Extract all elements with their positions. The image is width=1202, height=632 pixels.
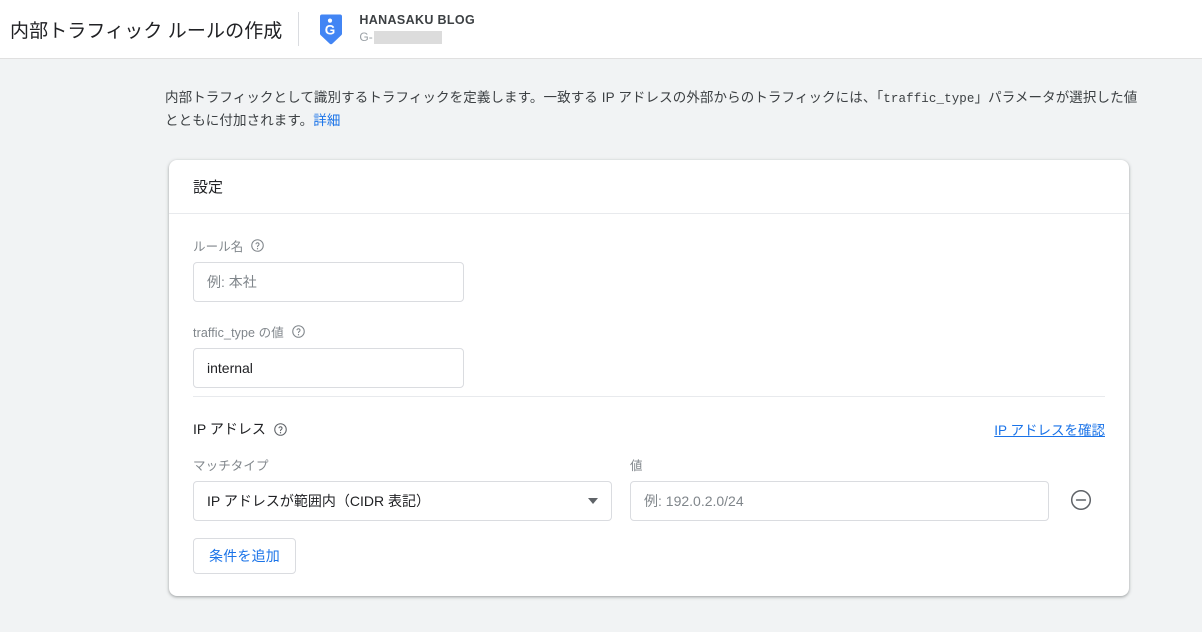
help-outline-icon[interactable]: [250, 238, 265, 253]
page-description: 内部トラフィックとして識別するトラフィックを定義します。一致する IP アドレス…: [165, 87, 1140, 131]
match-type-column: マッチタイプ IP アドレスが範囲内（CIDR 表記）: [193, 455, 613, 521]
help-outline-icon[interactable]: [291, 324, 306, 339]
rule-name-input[interactable]: [193, 262, 464, 302]
learn-more-link[interactable]: 詳細: [313, 113, 340, 128]
description-code-traffic-type: traffic_type: [883, 92, 975, 106]
page-content: 内部トラフィックとして識別するトラフィックを定義します。一致する IP アドレス…: [0, 59, 1202, 596]
property-info: HANASAKU BLOG G-: [359, 13, 476, 45]
ip-address-section: IP アドレス IP アドレスを確認 マッチタイプ IP アドレスが範囲内（CI…: [169, 397, 1129, 596]
property-id: G-: [359, 29, 475, 45]
description-text-part1: 内部トラフィックとして識別するトラフィックを定義します。一致する IP アドレス…: [165, 90, 884, 105]
card-header: 設定: [169, 160, 1129, 214]
ip-address-title-row: IP アドレス: [193, 419, 288, 439]
value-column: 値: [630, 455, 1050, 521]
card-body: ルール名 traffic_type の値: [169, 214, 1129, 397]
property-name: HANASAKU BLOG: [359, 13, 476, 28]
caret-down-icon: [588, 498, 598, 504]
card-header-title: 設定: [193, 179, 224, 196]
header-divider: [298, 12, 300, 46]
property-id-prefix: G-: [359, 29, 373, 44]
check-ip-address-link[interactable]: IP アドレスを確認: [994, 419, 1105, 439]
match-type-label: マッチタイプ: [193, 459, 269, 473]
rule-name-label: ルール名: [193, 240, 244, 254]
google-analytics-tag-icon: G: [317, 12, 345, 46]
value-label: 値: [630, 459, 643, 473]
match-type-selected-value: IP アドレスが範囲内（CIDR 表記）: [207, 493, 430, 509]
remove-condition-button[interactable]: [1069, 489, 1093, 513]
ip-header-row: IP アドレス IP アドレスを確認: [193, 419, 1105, 439]
rule-name-label-row: ルール名: [193, 236, 1105, 255]
svg-text:G: G: [325, 23, 336, 38]
ip-address-title: IP アドレス: [193, 421, 266, 437]
page-title: 内部トラフィック ルールの作成: [10, 20, 283, 42]
help-outline-icon[interactable]: [273, 422, 288, 437]
app-header: 内部トラフィック ルールの作成 G HANASAKU BLOG G-: [0, 0, 1202, 59]
traffic-type-field-group: traffic_type の値: [193, 322, 1105, 388]
traffic-type-label: traffic_type の値: [193, 326, 284, 340]
rule-name-field-group: ルール名: [193, 236, 1105, 302]
add-condition-button[interactable]: 条件を追加: [193, 538, 296, 574]
settings-card: 設定 ルール名 traffic_t: [169, 160, 1129, 596]
card-footer-spacer: [193, 574, 1105, 596]
remove-circle-outline-icon: [1069, 488, 1093, 515]
match-type-select[interactable]: IP アドレスが範囲内（CIDR 表記）: [193, 481, 612, 521]
ip-value-input[interactable]: [630, 481, 1049, 521]
traffic-type-label-row: traffic_type の値: [193, 322, 1105, 341]
traffic-type-input[interactable]: [193, 348, 464, 388]
ip-condition-row: マッチタイプ IP アドレスが範囲内（CIDR 表記） 値: [193, 455, 1105, 521]
property-id-redacted: [373, 31, 442, 45]
